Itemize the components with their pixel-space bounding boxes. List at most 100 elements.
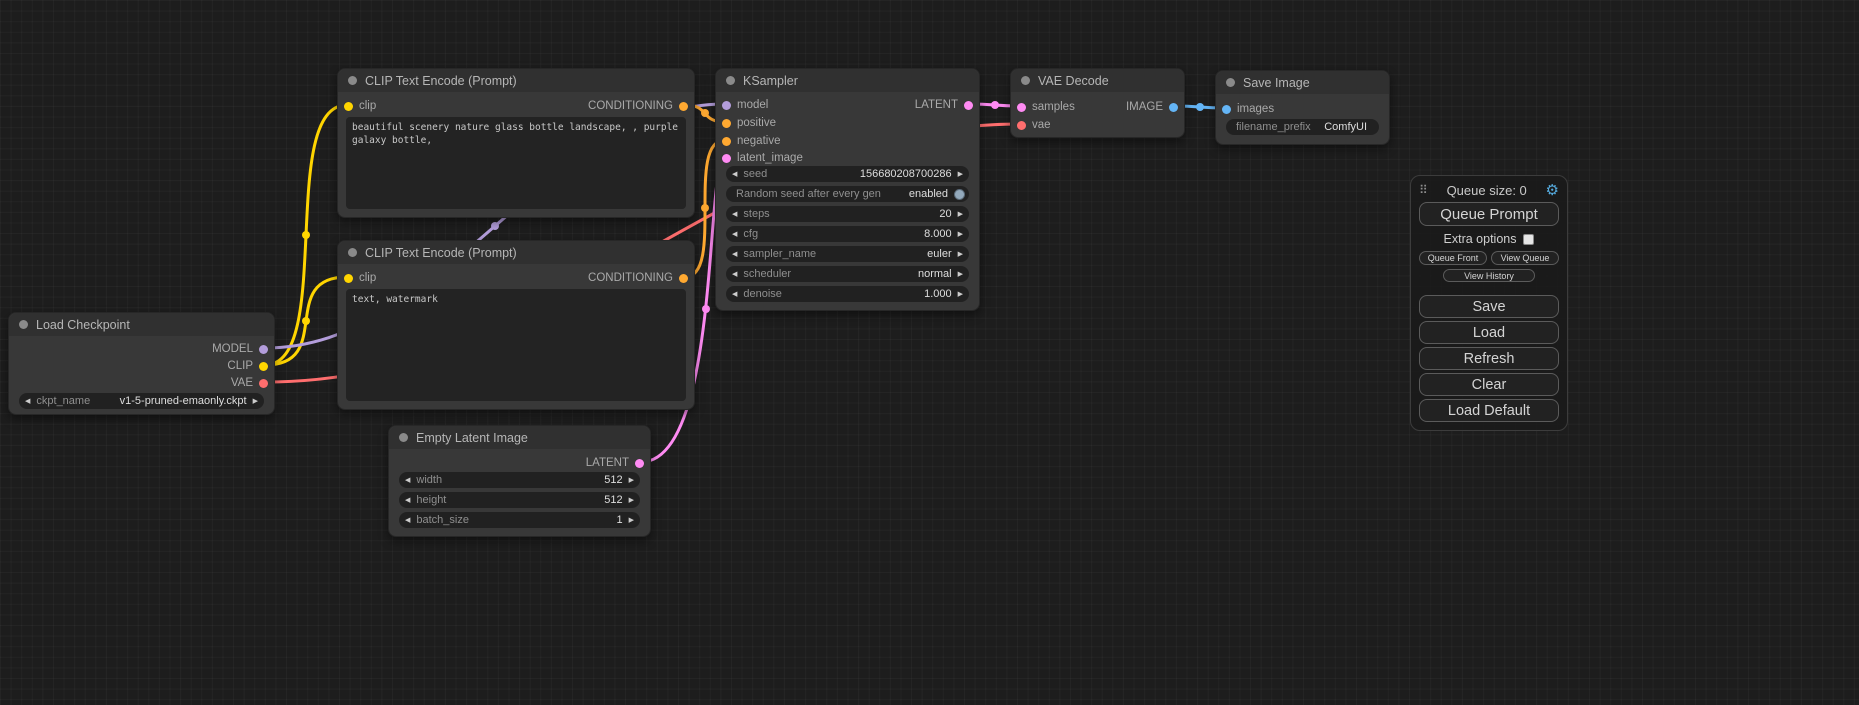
node-title-bar[interactable]: Load Checkpoint	[9, 313, 274, 336]
widget-sampler-name[interactable]: ◀ sampler_name euler ▶	[726, 246, 969, 262]
widget-seed[interactable]: ◀ seed 156680208700286 ▶	[726, 166, 969, 182]
save-button[interactable]: Save	[1419, 295, 1559, 318]
view-queue-button[interactable]: View Queue	[1491, 251, 1559, 265]
prompt-textarea[interactable]: beautiful scenery nature glass bottle la…	[346, 117, 686, 209]
decrement-arrow-icon[interactable]: ◀	[732, 291, 737, 298]
widget-label: seed	[743, 168, 767, 180]
increment-arrow-icon[interactable]: ▶	[958, 251, 963, 258]
increment-arrow-icon[interactable]: ▶	[958, 211, 963, 218]
clear-button[interactable]: Clear	[1419, 373, 1559, 396]
refresh-button[interactable]: Refresh	[1419, 347, 1559, 370]
decrement-arrow-icon[interactable]: ◀	[732, 231, 737, 238]
node-empty-latent-image[interactable]: Empty Latent Image LATENT ◀ width 512 ▶ …	[388, 425, 651, 537]
node-load-checkpoint[interactable]: Load Checkpoint MODEL CLIP VAE ◀ ckpt_na…	[8, 312, 275, 415]
output-pin-vae[interactable]	[259, 379, 268, 388]
widget-height[interactable]: ◀ height 512 ▶	[399, 492, 640, 508]
widget-scheduler[interactable]: ◀ scheduler normal ▶	[726, 266, 969, 282]
collapse-dot[interactable]	[399, 433, 408, 442]
widget-value: 1.000	[782, 288, 952, 300]
widget-label: scheduler	[743, 268, 791, 280]
output-pin-image[interactable]	[1169, 103, 1178, 112]
decrement-arrow-icon[interactable]: ◀	[732, 251, 737, 258]
prompt-textarea[interactable]: text, watermark	[346, 289, 686, 401]
node-title-bar[interactable]: VAE Decode	[1011, 69, 1184, 92]
increment-arrow-icon[interactable]: ▶	[958, 271, 963, 278]
input-pin-vae[interactable]	[1017, 121, 1026, 130]
node-clip-text-encode-positive[interactable]: CLIP Text Encode (Prompt) clip CONDITION…	[337, 68, 695, 218]
decrement-arrow-icon[interactable]: ◀	[405, 497, 410, 504]
load-default-button[interactable]: Load Default	[1419, 399, 1559, 422]
settings-gear-icon[interactable]: ⚙	[1546, 183, 1559, 198]
increment-arrow-icon[interactable]: ▶	[629, 477, 634, 484]
output-pin-latent[interactable]	[964, 101, 973, 110]
increment-arrow-icon[interactable]: ▶	[629, 497, 634, 504]
decrement-arrow-icon[interactable]: ◀	[405, 517, 410, 524]
increment-arrow-icon[interactable]: ▶	[253, 398, 258, 405]
input-slot-model: model	[722, 97, 768, 113]
decrement-arrow-icon[interactable]: ◀	[405, 477, 410, 484]
widget-ckpt-name[interactable]: ◀ ckpt_name v1-5-pruned-emaonly.ckpt ▶	[19, 393, 264, 409]
queue-prompt-button[interactable]: Queue Prompt	[1419, 202, 1559, 226]
increment-arrow-icon[interactable]: ▶	[629, 517, 634, 524]
node-save-image[interactable]: Save Image images filename_prefix ComfyU…	[1215, 70, 1390, 145]
collapse-dot[interactable]	[348, 76, 357, 85]
collapse-dot[interactable]	[1226, 78, 1235, 87]
toggle-knob[interactable]	[954, 189, 965, 200]
widget-value: 512	[442, 474, 623, 486]
output-slot-latent: LATENT	[586, 455, 644, 471]
queue-front-button[interactable]: Queue Front	[1419, 251, 1487, 265]
load-button[interactable]: Load	[1419, 321, 1559, 344]
output-slot-conditioning: CONDITIONING	[588, 270, 688, 286]
input-pin-clip[interactable]	[344, 102, 353, 111]
node-title-bar[interactable]: Empty Latent Image	[389, 426, 650, 449]
widget-batch-size[interactable]: ◀ batch_size 1 ▶	[399, 512, 640, 528]
extra-options-checkbox[interactable]	[1523, 234, 1534, 245]
widget-cfg[interactable]: ◀ cfg 8.000 ▶	[726, 226, 969, 242]
input-pin-latent-image[interactable]	[722, 154, 731, 163]
node-ksampler[interactable]: KSampler model LATENT positive negative …	[715, 68, 980, 311]
output-pin-latent[interactable]	[635, 459, 644, 468]
output-pin-conditioning[interactable]	[679, 274, 688, 283]
node-vae-decode[interactable]: VAE Decode samples IMAGE vae	[1010, 68, 1185, 138]
slot-label: latent_image	[737, 152, 803, 164]
decrement-arrow-icon[interactable]: ◀	[732, 211, 737, 218]
collapse-dot[interactable]	[726, 76, 735, 85]
node-title-bar[interactable]: Save Image	[1216, 71, 1389, 94]
view-history-button[interactable]: View History	[1443, 269, 1535, 282]
output-pin-clip[interactable]	[259, 362, 268, 371]
collapse-dot[interactable]	[1021, 76, 1030, 85]
input-pin-model[interactable]	[722, 101, 731, 110]
widget-width[interactable]: ◀ width 512 ▶	[399, 472, 640, 488]
output-pin-model[interactable]	[259, 345, 268, 354]
output-slot-clip: CLIP	[227, 358, 268, 374]
drag-handle-icon[interactable]: ⠿	[1419, 183, 1428, 197]
input-pin-images[interactable]	[1222, 105, 1231, 114]
node-title-bar[interactable]: CLIP Text Encode (Prompt)	[338, 69, 694, 92]
widget-steps[interactable]: ◀ steps 20 ▶	[726, 206, 969, 222]
node-title-bar[interactable]: KSampler	[716, 69, 979, 92]
decrement-arrow-icon[interactable]: ◀	[732, 271, 737, 278]
increment-arrow-icon[interactable]: ▶	[958, 171, 963, 178]
node-title-bar[interactable]: CLIP Text Encode (Prompt)	[338, 241, 694, 264]
decrement-arrow-icon[interactable]: ◀	[732, 171, 737, 178]
widget-filename-prefix[interactable]: filename_prefix ComfyUI	[1226, 119, 1379, 135]
input-pin-positive[interactable]	[722, 119, 731, 128]
output-slot-conditioning: CONDITIONING	[588, 98, 688, 114]
node-clip-text-encode-negative[interactable]: CLIP Text Encode (Prompt) clip CONDITION…	[337, 240, 695, 410]
increment-arrow-icon[interactable]: ▶	[958, 231, 963, 238]
queue-size-label: Queue size: 0	[1447, 183, 1527, 198]
slot-label: CONDITIONING	[588, 100, 673, 112]
slot-label: positive	[737, 117, 776, 129]
increment-arrow-icon[interactable]: ▶	[958, 291, 963, 298]
widget-denoise[interactable]: ◀ denoise 1.000 ▶	[726, 286, 969, 302]
slot-label: CLIP	[227, 360, 253, 372]
decrement-arrow-icon[interactable]: ◀	[25, 398, 30, 405]
collapse-dot[interactable]	[348, 248, 357, 257]
input-pin-clip[interactable]	[344, 274, 353, 283]
node-title: CLIP Text Encode (Prompt)	[365, 74, 517, 88]
collapse-dot[interactable]	[19, 320, 28, 329]
widget-random-seed-toggle[interactable]: Random seed after every gen enabled	[726, 186, 969, 202]
input-pin-samples[interactable]	[1017, 103, 1026, 112]
output-pin-conditioning[interactable]	[679, 102, 688, 111]
input-pin-negative[interactable]	[722, 137, 731, 146]
